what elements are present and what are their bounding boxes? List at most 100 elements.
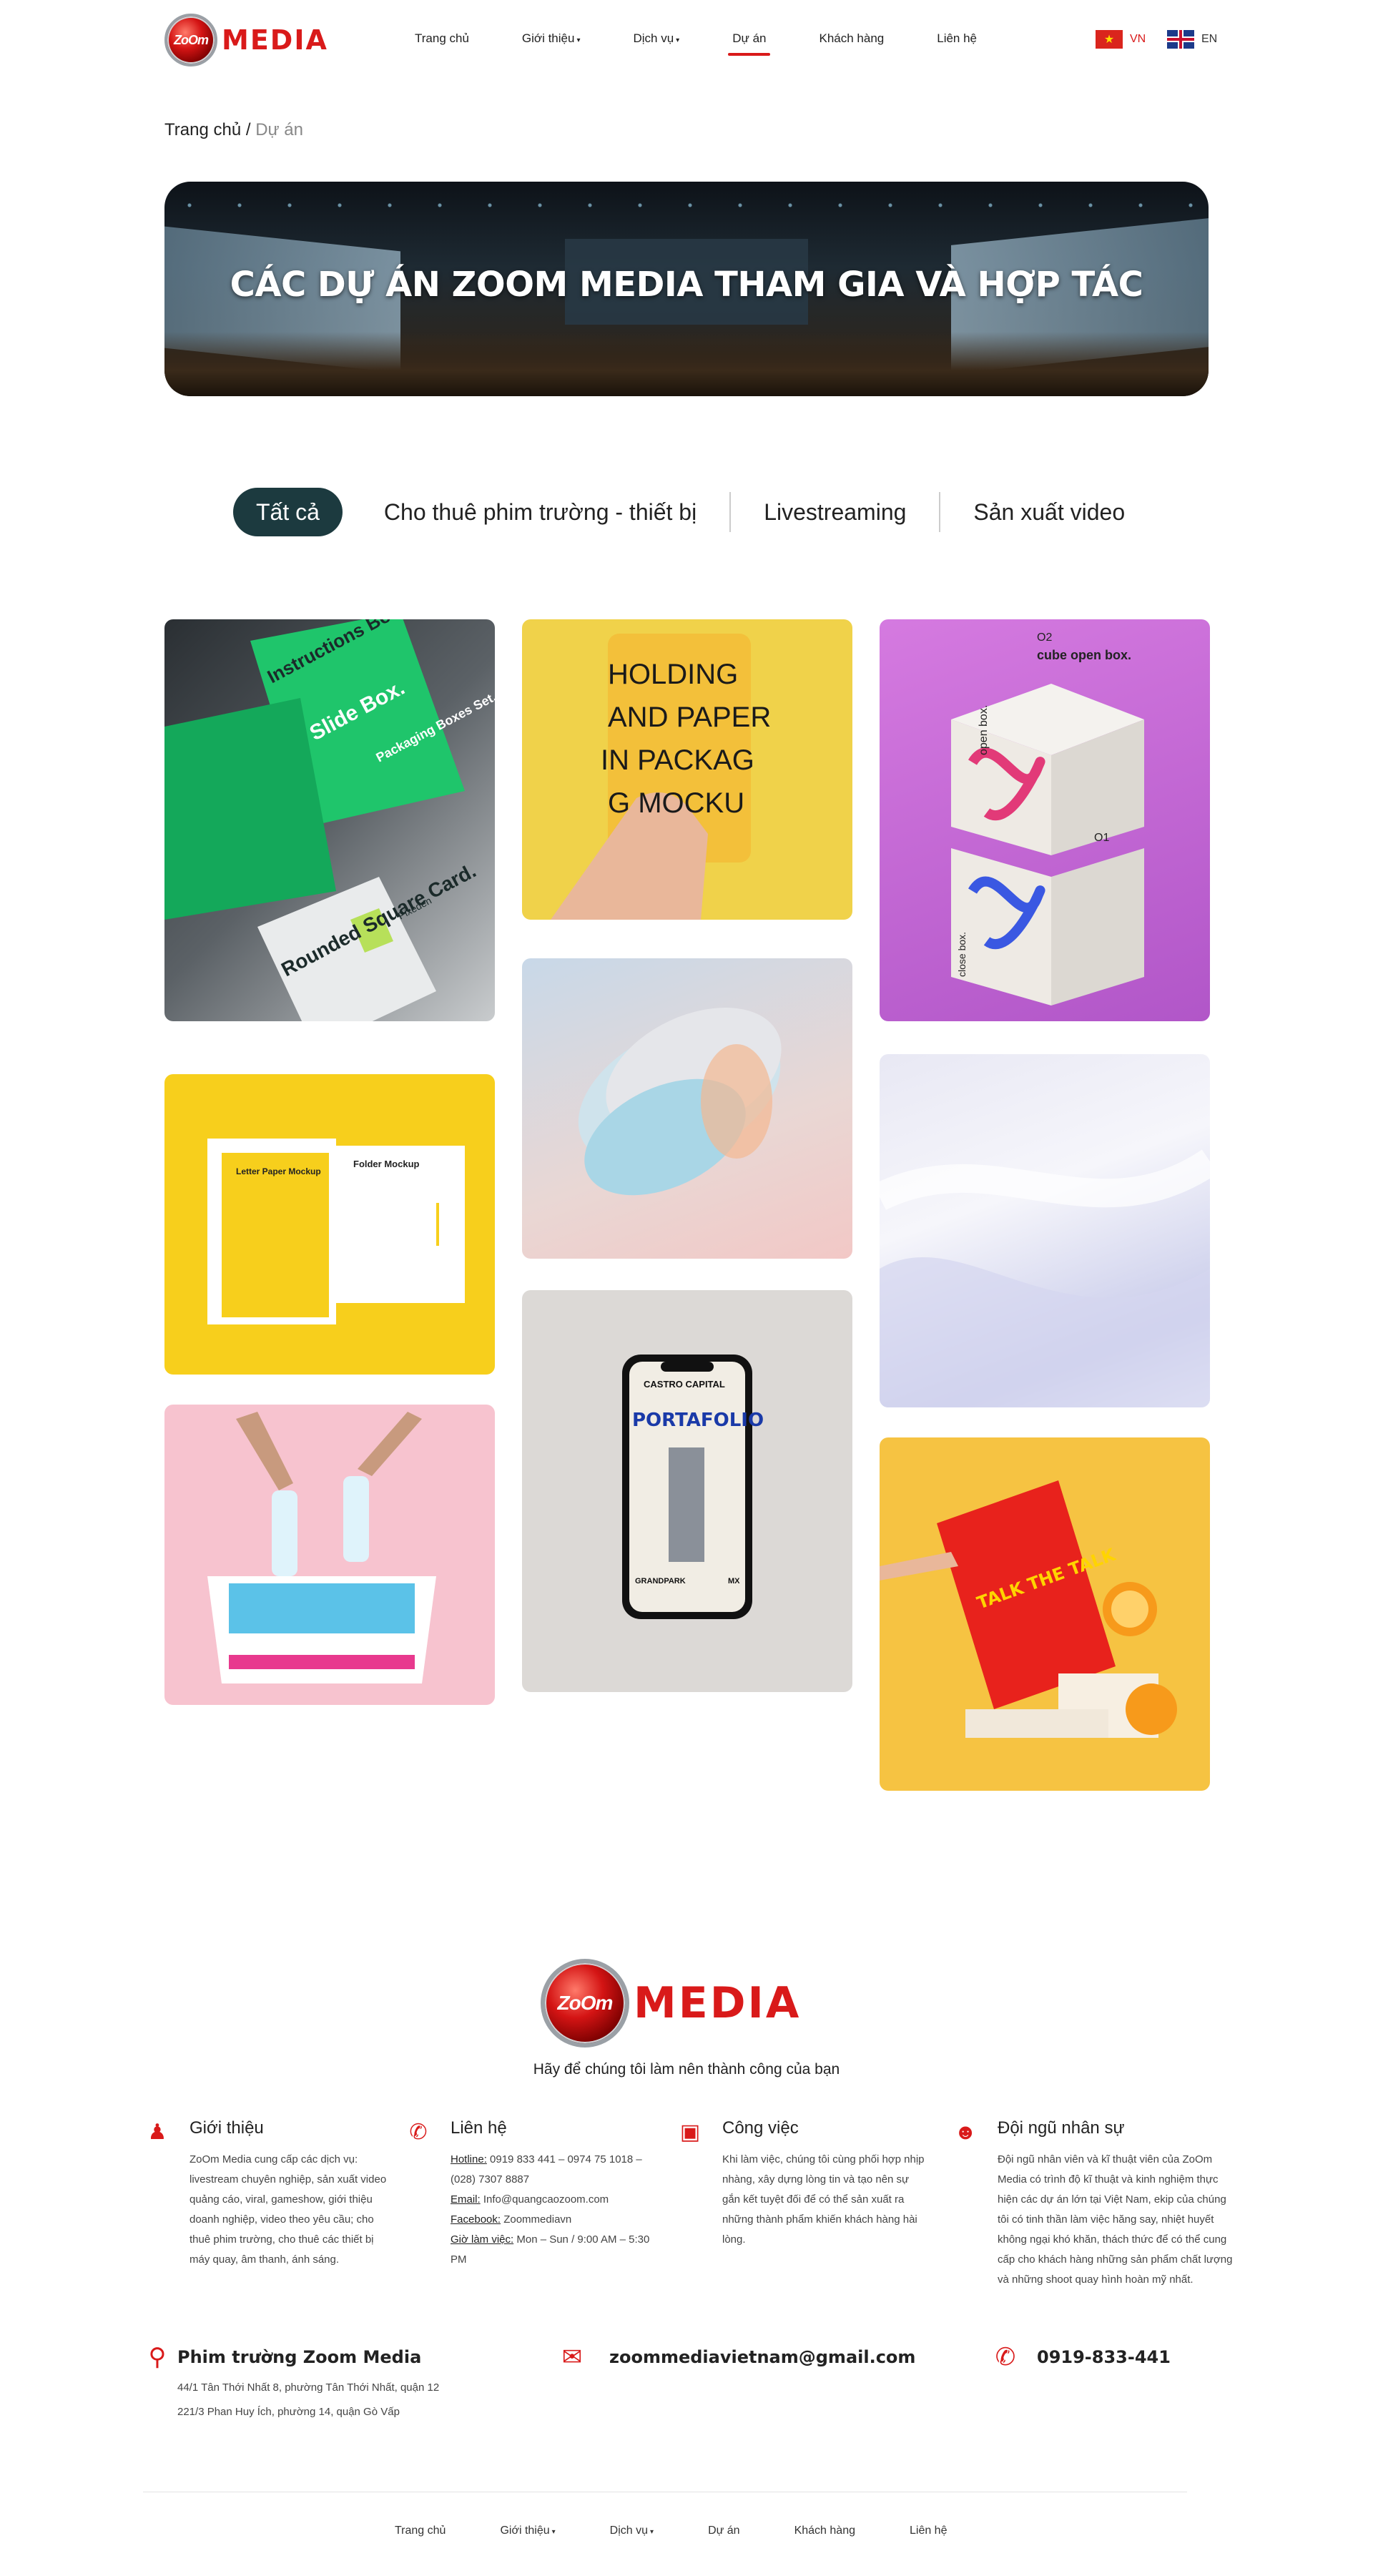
project-card-letter-mockup[interactable]: Letter Paper Mockup Folder Mockup [164,1074,495,1375]
card-text: AND PAPER [608,702,771,733]
fabric-wave-image [880,1149,1210,1407]
footer-logo[interactable]: ZoOm MEDIA [541,1957,801,2050]
footer-nav-contact[interactable]: Liên hệ [910,2525,948,2537]
facebook-value[interactable]: Zoommediavn [501,2213,571,2226]
hero-banner: CÁC DỰ ÁN ZOOM MEDIA THAM GIA VÀ HỢP TÁC [164,182,1209,396]
card-text: MX [728,1577,740,1586]
footer-contact-body: Hotline: 0919 833 441 – 0974 75 1018 – (… [451,2150,651,2270]
phone-mockup-image: CASTRO CAPITAL PORTAFOLIO GRANDPARK MX [622,1355,764,1619]
site-logo[interactable]: ZoOm MEDIA [164,13,328,67]
footer-nav-services-label: Dịch vụ [609,2525,649,2537]
facebook-label: Facebook: [451,2213,501,2226]
nav-about-label: Giới thiệu [521,31,575,45]
phone-call-icon: ✆ [995,2344,1016,2371]
packaging-image: Instructions Book. Slide Box. Packaging … [164,619,495,1021]
logo-wordmark: MEDIA [634,1978,802,2028]
footer-work-body: Khi làm việc, chúng tôi cùng phối hợp nh… [722,2153,925,2246]
chevron-down-icon: ▾ [551,2528,556,2536]
project-card-paper-can[interactable]: HOLDING AND PAPER IN PACKAG G MOCKU [522,619,852,920]
card-text: G MOCKU [608,787,744,819]
main-nav: Trang chủ Giới thiệu ▾ Dịch vụ ▾ Dự án Khá… [415,26,1030,56]
card-text: cube open box. [1037,648,1131,662]
lang-en[interactable]: EN [1167,30,1217,49]
project-card-drink-box[interactable] [164,1405,495,1705]
logo-ball: ZoOm [541,1959,629,2047]
card-text: PORTAFOLIO [632,1410,764,1431]
footer-about-body: ZoOm Media cung cấp các dịch vụ: livestr… [190,2153,387,2266]
chevron-down-icon: ▾ [576,36,581,44]
footer-contact-title: Liên hệ [451,2118,507,2138]
footer-nav-home[interactable]: Trang chủ [395,2525,446,2537]
breadcrumb: Trang chủ / Dự án [164,120,303,140]
card-text: Folder Mockup [353,1159,420,1169]
breadcrumb-current: Dự án [255,120,303,139]
lang-vn-label: VN [1130,33,1146,45]
chevron-down-icon: ▾ [650,2528,654,2536]
footer-nav-services[interactable]: Dịch vụ ▾ [610,2525,654,2537]
card-text: GRANDPARK [635,1577,686,1586]
filter-all[interactable]: Tất cả [233,488,343,536]
studio-title: Phim trường Zoom Media [177,2347,422,2367]
lang-en-label: EN [1201,33,1218,45]
monitor-icon: ▣ [679,2120,701,2144]
uk-flag-icon [1167,30,1194,49]
card-text: close box. [956,932,968,977]
project-card-cube-box[interactable]: O2 cube open box. open box. close box. O… [880,619,1210,1021]
lang-vn[interactable]: ★ VN [1096,30,1146,49]
cube-box-image: O2 cube open box. open box. close box. O… [951,631,1144,1006]
filter-studio-rental[interactable]: Cho thuê phim trường - thiết bị [351,492,729,532]
breadcrumb-separator: / [241,120,256,139]
hours-label: Giờ làm việc: [451,2233,514,2246]
nav-services[interactable]: Dịch vụ ▾ [633,26,679,51]
nav-about[interactable]: Giới thiệu ▾ [522,26,581,51]
mail-icon: ✉ [561,2344,583,2371]
paper-can-image: HOLDING AND PAPER IN PACKAG G MOCKU [551,634,771,920]
hero-title: CÁC DỰ ÁN ZOOM MEDIA THAM GIA VÀ HỢP TÁC [230,265,1143,305]
nav-services-label: Dịch vụ [633,31,674,45]
project-card-packaging[interactable]: Instructions Book. Slide Box. Packaging … [164,619,495,1021]
logo-ball: ZoOm [164,14,217,67]
location-pin-icon: ⚲ [148,2344,167,2371]
flag-star: ★ [1103,34,1115,46]
card-text: open box. [978,705,990,755]
studio-address-2: 221/3 Phan Huy Ích, phường 14, quận Gò V… [177,2406,400,2418]
card-text: O2 [1037,631,1052,644]
nav-projects[interactable]: Dự án [728,26,771,56]
project-card-talk-book[interactable]: TALK THE TALK [880,1437,1210,1791]
card-text: O1 [1094,832,1109,844]
footer-team-body: Đội ngũ nhân viên và kĩ thuật viên của Z… [998,2153,1233,2286]
footer-nav-about-label: Giới thiệu [500,2525,550,2537]
audience [164,332,1209,396]
footer-nav: Trang chủ Giới thiệu ▾ Dịch vụ ▾ Dự án Khá… [395,2525,1001,2537]
project-filter-tabs: Tất cả Cho thuê phim trường - thiết bị L… [233,486,1158,538]
footer-about-title: Giới thiệu [190,2118,264,2138]
filter-video-production[interactable]: Sản xuất video [939,492,1158,532]
email-label: Email: [451,2193,481,2206]
nav-contact[interactable]: Liên hệ [937,26,977,51]
talk-book-image: TALK THE TALK [880,1480,1177,1738]
site-header: ZoOm MEDIA Trang chủ Giới thiệu ▾ Dịch vụ… [0,0,1373,80]
project-card-fabric[interactable] [880,1054,1210,1407]
studio-addresses: 44/1 Tân Thới Nhất 8, phường Tân Thới Nh… [177,2376,439,2424]
project-card-portafolio[interactable]: CASTRO CAPITAL PORTAFOLIO GRANDPARK MX [522,1290,852,1692]
footer-nav-about[interactable]: Giới thiệu ▾ [500,2525,555,2537]
footer-work-title: Công việc [722,2118,799,2138]
card-text: CASTRO CAPITAL [644,1379,725,1390]
letter-mockup-image: Letter Paper Mockup Folder Mockup [207,1139,465,1324]
footer-phone-text: 0919-833-441 [1037,2347,1171,2367]
logo-wordmark: MEDIA [222,24,328,56]
filter-livestreaming[interactable]: Livestreaming [729,492,939,532]
drink-box-image [207,1412,436,1683]
footer-team-title: Đội ngũ nhân sự [998,2118,1125,2138]
card-text: Letter Paper Mockup [236,1166,321,1176]
breadcrumb-home[interactable]: Trang chủ [164,120,241,139]
nav-home[interactable]: Trang chủ [415,26,469,51]
studio-address-1: 44/1 Tân Thới Nhất 8, phường Tân Thới Nh… [177,2381,440,2394]
project-card-abstract[interactable] [522,958,852,1259]
email-value[interactable]: Info@quangcaozoom.com [481,2193,609,2206]
footer-slogan: Hãy để chúng tôi làm nên thành công của … [533,2061,840,2078]
footer-nav-projects[interactable]: Dự án [708,2525,740,2537]
footer-nav-clients[interactable]: Khách hàng [794,2525,855,2537]
nav-clients[interactable]: Khách hàng [819,26,884,51]
stage-lights [164,195,1209,223]
